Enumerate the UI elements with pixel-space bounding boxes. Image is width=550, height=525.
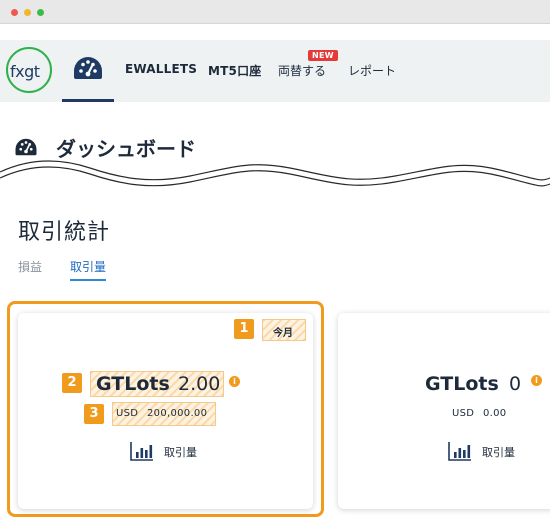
tab-profit-loss[interactable]: 損益 [18,258,42,275]
callout-marker-2: 2 [62,373,82,393]
window-close-button[interactable] [11,9,18,16]
callout-marker-3: 3 [84,404,104,424]
period-label: 今月 [273,328,293,339]
speedometer-icon [15,138,37,156]
window-maximize-button[interactable] [37,9,44,16]
top-nav: fxgt EWALLETS MT5口座 両替する NEW レポート [0,40,550,102]
overall-stats-card: GTLots 0 i USD 0.00 取引量 [338,313,550,509]
section-title: 取引統計 [18,220,111,245]
speedometer-icon [74,57,102,79]
gtlots-label: GTLots [425,373,499,395]
tab-trading-volume[interactable]: 取引量 [70,258,107,281]
volume-link[interactable]: 取引量 [482,444,515,460]
torn-edge-divider [0,160,550,200]
active-tab-underline [62,99,114,102]
nav-mt5-accounts[interactable]: MT5口座 [208,62,261,79]
usd-label: USD [116,408,139,419]
period-badge: 今月 [262,319,306,341]
nav-ewallets[interactable]: EWALLETS [125,62,197,76]
info-icon[interactable]: i [531,375,542,386]
callout-marker-1: 1 [234,319,254,339]
usd-label: USD [452,408,475,419]
bar-chart-icon [130,442,153,461]
nav-exchange[interactable]: 両替する [278,62,326,79]
usd-value: 200,000.00 [147,408,208,419]
browser-titlebar [0,0,550,24]
usd-value: 0.00 [483,408,507,419]
gtlots-value: 2.00 [178,373,221,395]
info-icon[interactable]: i [229,376,240,387]
window-minimize-button[interactable] [24,9,31,16]
new-badge: NEW [308,50,338,61]
nav-dashboard-tab[interactable] [62,50,114,102]
bar-chart-icon [448,442,471,461]
fxgt-logo[interactable]: fxgt [6,47,52,93]
page-title: ダッシュボード [56,137,196,161]
logo-text: fxgt [10,62,40,81]
monthly-stats-card: 1 今月 2 GTLots 2.00 i 3 USD 200,000.00 取引… [18,313,313,509]
gtlots-label: GTLots [96,373,170,395]
volume-link[interactable]: 取引量 [164,444,197,460]
nav-reports[interactable]: レポート [348,62,396,79]
gtlots-value: 0 [509,373,522,395]
